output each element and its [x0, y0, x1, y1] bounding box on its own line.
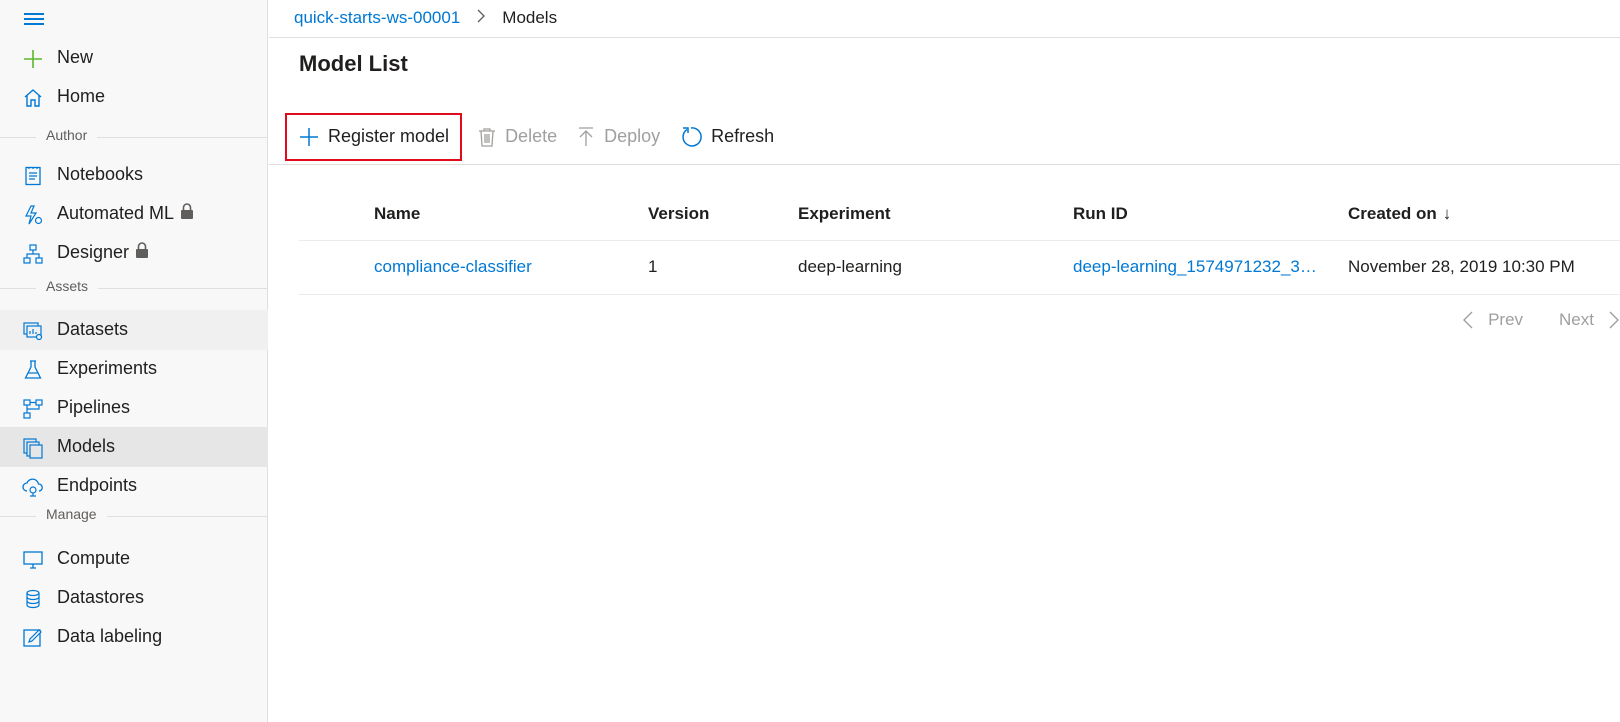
models-table: Name Version Experiment Run ID Created o…: [299, 190, 1620, 295]
main-content: quick-starts-ws-00001 Models Model List …: [269, 0, 1620, 722]
sidebar-item-label: Automated ML: [57, 203, 194, 225]
sidebar-item-notebooks[interactable]: Notebooks: [0, 155, 268, 195]
sidebar-item-label: Pipelines: [57, 397, 131, 417]
deploy-label: Deploy: [604, 126, 661, 146]
column-header-name[interactable]: Name: [374, 204, 420, 224]
model-experiment: deep-learning: [798, 257, 902, 276]
section-header-assets: Assets: [0, 277, 268, 297]
lock-icon: [135, 242, 149, 264]
breadcrumb: quick-starts-ws-00001 Models: [294, 8, 557, 28]
data-labeling-icon: [22, 627, 44, 649]
sidebar-item-data-labeling[interactable]: Data labeling: [0, 617, 268, 657]
section-header-author: Author: [0, 126, 268, 146]
next-page-button[interactable]: Next: [1559, 310, 1620, 330]
sidebar-item-label: Compute: [57, 548, 131, 568]
toolbar: Register model Delete Deploy Refresh: [285, 112, 784, 161]
pagination: Prev Next: [1426, 310, 1620, 330]
sidebar-item-label: Data labeling: [57, 626, 163, 646]
divider: [269, 37, 1620, 38]
column-header-experiment[interactable]: Experiment: [798, 204, 891, 224]
sidebar-item-new[interactable]: New: [0, 38, 268, 78]
delete-label: Delete: [505, 126, 558, 146]
delete-button[interactable]: Delete: [468, 114, 567, 160]
column-header-created-on[interactable]: Created on ↓: [1348, 204, 1451, 224]
sidebar-item-pipelines[interactable]: Pipelines: [0, 388, 268, 428]
prev-label: Prev: [1488, 310, 1524, 329]
breadcrumb-current: Models: [502, 8, 558, 27]
model-created-on: November 28, 2019 10:30 PM: [1348, 257, 1575, 276]
designer-icon: [22, 243, 44, 265]
sidebar-item-label: Models: [57, 436, 116, 456]
menu-icon[interactable]: [22, 8, 46, 30]
table-row[interactable]: compliance-classifier 1 deep-learning de…: [299, 241, 1620, 295]
prev-page-button[interactable]: Prev: [1462, 310, 1523, 330]
refresh-button[interactable]: Refresh: [670, 114, 784, 160]
breadcrumb-workspace-link[interactable]: quick-starts-ws-00001: [294, 8, 460, 28]
chevron-right-icon: [477, 8, 486, 28]
refresh-icon: [682, 126, 702, 147]
column-header-version[interactable]: Version: [648, 204, 709, 224]
sidebar-item-label: Datasets: [57, 319, 129, 339]
sidebar-item-home[interactable]: Home: [0, 77, 268, 117]
section-label: Author: [36, 127, 98, 143]
sidebar-item-endpoints[interactable]: Endpoints: [0, 466, 268, 506]
compute-icon: [22, 549, 44, 571]
plus-icon: [22, 48, 44, 70]
column-header-created-on-label: Created on: [1348, 204, 1437, 223]
sidebar-item-label: Datastores: [57, 587, 145, 607]
section-header-manage: Manage: [0, 505, 268, 525]
sidebar-item-datastores[interactable]: Datastores: [0, 578, 268, 618]
lock-icon: [180, 203, 194, 225]
divider: [269, 164, 1620, 165]
sidebar-item-label: New: [57, 47, 94, 67]
sidebar-item-label: Endpoints: [57, 475, 138, 495]
home-icon: [22, 87, 44, 109]
sidebar-item-compute[interactable]: Compute: [0, 539, 268, 579]
sidebar-item-datasets[interactable]: Datasets: [0, 310, 268, 350]
automated-ml-icon: [22, 204, 44, 226]
sidebar-item-label: Designer: [57, 242, 149, 264]
section-label: Assets: [36, 278, 99, 294]
sidebar: New Home Author Notebooks Automated ML D…: [0, 0, 268, 722]
sidebar-item-automated-ml[interactable]: Automated ML: [0, 194, 268, 234]
experiments-icon: [22, 359, 44, 381]
sidebar-item-experiments[interactable]: Experiments: [0, 349, 268, 389]
run-id-link[interactable]: deep-learning_1574971232_35...: [1073, 257, 1318, 277]
models-icon: [22, 437, 44, 459]
model-version: 1: [648, 257, 658, 276]
endpoints-icon: [22, 476, 44, 498]
sidebar-item-label: Notebooks: [57, 164, 144, 184]
next-label: Next: [1559, 310, 1594, 329]
datastores-icon: [22, 588, 44, 610]
trash-icon: [479, 127, 496, 147]
column-header-run-id[interactable]: Run ID: [1073, 204, 1318, 224]
page-title: Model List: [299, 51, 408, 76]
sidebar-item-models[interactable]: Models: [0, 427, 268, 467]
notebook-icon: [22, 165, 44, 187]
model-name-link[interactable]: compliance-classifier: [374, 257, 532, 277]
chevron-right-icon: [1609, 311, 1619, 329]
sidebar-item-label: Experiments: [57, 358, 158, 378]
refresh-label: Refresh: [711, 126, 775, 146]
register-model-label: Register model: [328, 126, 450, 146]
table-header: Name Version Experiment Run ID Created o…: [299, 190, 1620, 241]
datasets-icon: [22, 320, 44, 342]
sidebar-item-designer[interactable]: Designer: [0, 233, 268, 273]
deploy-button[interactable]: Deploy: [567, 114, 670, 160]
sidebar-item-label: Home: [57, 86, 106, 106]
plus-icon: [300, 127, 318, 146]
register-model-button[interactable]: Register model: [285, 112, 463, 161]
sort-descending-icon: ↓: [1442, 204, 1452, 223]
deploy-icon: [579, 126, 594, 146]
pipelines-icon: [22, 398, 44, 420]
chevron-left-icon: [1463, 311, 1473, 329]
section-label: Manage: [36, 506, 107, 522]
